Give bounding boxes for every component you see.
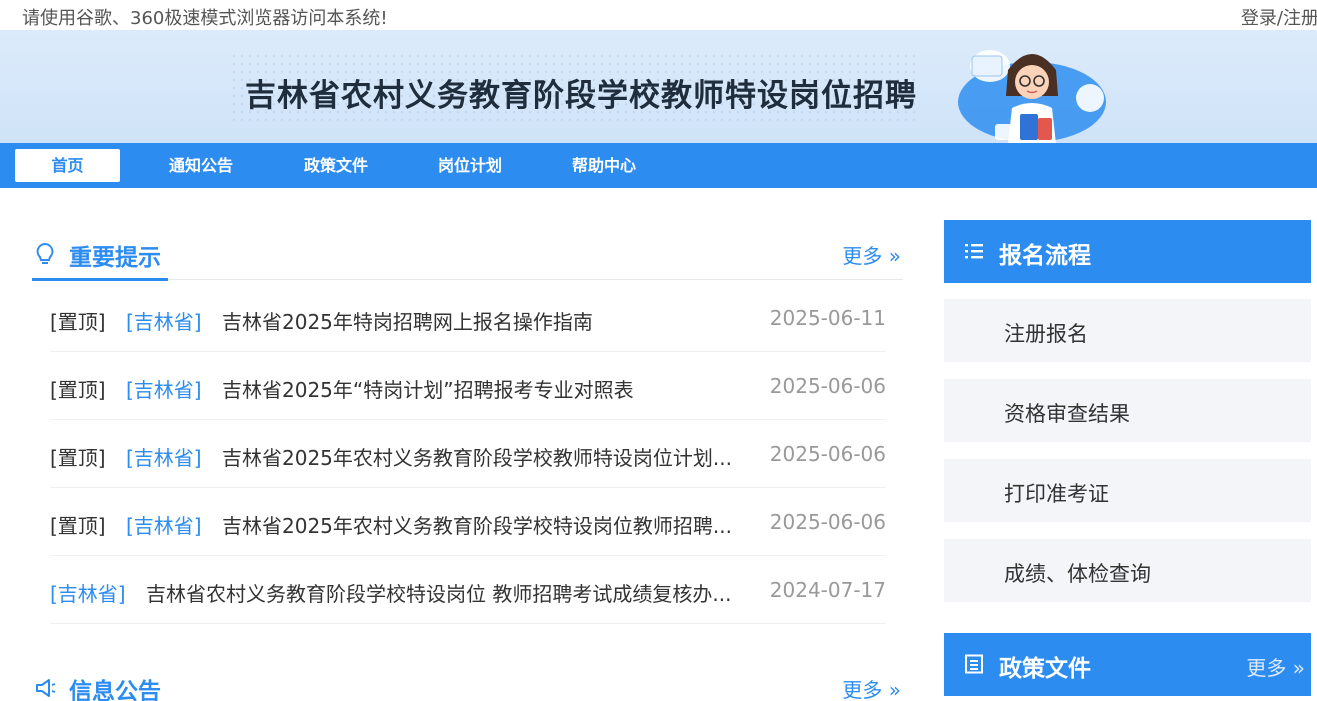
policy-title: 政策文件 <box>999 656 1091 682</box>
pin-tag: [置顶] <box>50 514 106 538</box>
megaphone-icon <box>36 679 56 697</box>
news-date: 2025-06-06 <box>769 374 886 398</box>
top-bar: 请使用谷歌、360极速模式浏览器访问本系统! 登录/注册 <box>0 0 1317 30</box>
region-tag: [吉林省] <box>126 310 202 334</box>
header-banner: 吉林省农村义务教育阶段学校教师特设岗位招聘 <box>0 30 1317 143</box>
main-nav: 首页 通知公告 政策文件 岗位计划 帮助中心 <box>0 143 1317 188</box>
news-title[interactable]: 吉林省农村义务教育阶段学校特设岗位 教师招聘考试成绩复核办... <box>146 578 760 607</box>
info-section-header: 信息公告 更多 » <box>32 662 903 701</box>
important-title-underline <box>32 278 168 281</box>
teacher-illustration <box>958 50 1106 143</box>
news-date: 2024-07-17 <box>769 578 886 602</box>
process-item-print-admission[interactable]: 打印准考证 <box>944 459 1311 522</box>
list-icon <box>965 244 983 259</box>
process-item-label: 注册报名 <box>1004 322 1088 346</box>
site-title: 吉林省农村义务教育阶段学校教师特设岗位招聘 <box>245 78 917 114</box>
pin-tag: [置顶] <box>50 310 106 334</box>
news-title[interactable]: 吉林省2025年农村义务教育阶段学校特设岗位教师招聘... <box>222 510 762 539</box>
important-section-header: 重要提示 更多 » <box>32 228 903 281</box>
process-item-label: 打印准考证 <box>1004 482 1109 506</box>
news-row[interactable]: [置顶] [吉林省] 吉林省2025年农村义务教育阶段学校教师特设岗位计划...… <box>50 420 886 488</box>
region-tag: [吉林省] <box>126 378 202 402</box>
lightbulb-icon <box>36 242 54 264</box>
info-title: 信息公告 <box>69 679 161 701</box>
news-title[interactable]: 吉林省2025年“特岗计划”招聘报考专业对照表 <box>222 374 762 403</box>
nav-item-help[interactable]: 帮助中心 <box>553 149 655 182</box>
process-item-score-query[interactable]: 成绩、体检查询 <box>944 539 1311 602</box>
news-row[interactable]: [置顶] [吉林省] 吉林省2025年“特岗计划”招聘报考专业对照表 2025-… <box>50 352 886 420</box>
region-tag: [吉林省] <box>126 446 202 470</box>
document-icon <box>965 654 983 674</box>
important-more-link[interactable]: 更多 » <box>842 240 901 269</box>
news-date: 2025-06-06 <box>769 510 886 534</box>
important-title: 重要提示 <box>69 245 161 271</box>
process-header: 报名流程 <box>944 220 1311 283</box>
process-item-review-result[interactable]: 资格审查结果 <box>944 379 1311 442</box>
browser-notice: 请使用谷歌、360极速模式浏览器访问本系统! <box>22 8 388 29</box>
policy-header: 政策文件 更多 » <box>944 633 1311 696</box>
news-title[interactable]: 吉林省2025年农村义务教育阶段学校教师特设岗位计划... <box>222 442 762 471</box>
news-row[interactable]: [吉林省] 吉林省农村义务教育阶段学校特设岗位 教师招聘考试成绩复核办... 2… <box>50 556 886 624</box>
nav-item-positions[interactable]: 岗位计划 <box>419 149 521 182</box>
news-row[interactable]: [置顶] [吉林省] 吉林省2025年农村义务教育阶段学校特设岗位教师招聘...… <box>50 488 886 556</box>
pin-tag: [置顶] <box>50 446 106 470</box>
login-register-link[interactable]: 登录/注册 <box>1241 4 1317 30</box>
region-tag: [吉林省] <box>50 582 126 606</box>
news-date: 2025-06-11 <box>769 306 886 330</box>
process-item-label: 资格审查结果 <box>1004 402 1130 426</box>
process-item-register[interactable]: 注册报名 <box>944 299 1311 362</box>
info-more-link[interactable]: 更多 » <box>842 674 901 701</box>
news-date: 2025-06-06 <box>769 442 886 466</box>
region-tag: [吉林省] <box>126 514 202 538</box>
policy-more-link[interactable]: 更多 » <box>1246 652 1305 681</box>
process-item-label: 成绩、体检查询 <box>1004 562 1151 586</box>
nav-item-home[interactable]: 首页 <box>15 149 120 182</box>
news-row[interactable]: [置顶] [吉林省] 吉林省2025年特岗招聘网上报名操作指南 2025-06-… <box>50 284 886 352</box>
pin-tag: [置顶] <box>50 378 106 402</box>
process-title: 报名流程 <box>999 243 1091 269</box>
nav-item-policies[interactable]: 政策文件 <box>285 149 387 182</box>
news-title[interactable]: 吉林省2025年特岗招聘网上报名操作指南 <box>222 306 762 335</box>
nav-item-notices[interactable]: 通知公告 <box>150 149 252 182</box>
